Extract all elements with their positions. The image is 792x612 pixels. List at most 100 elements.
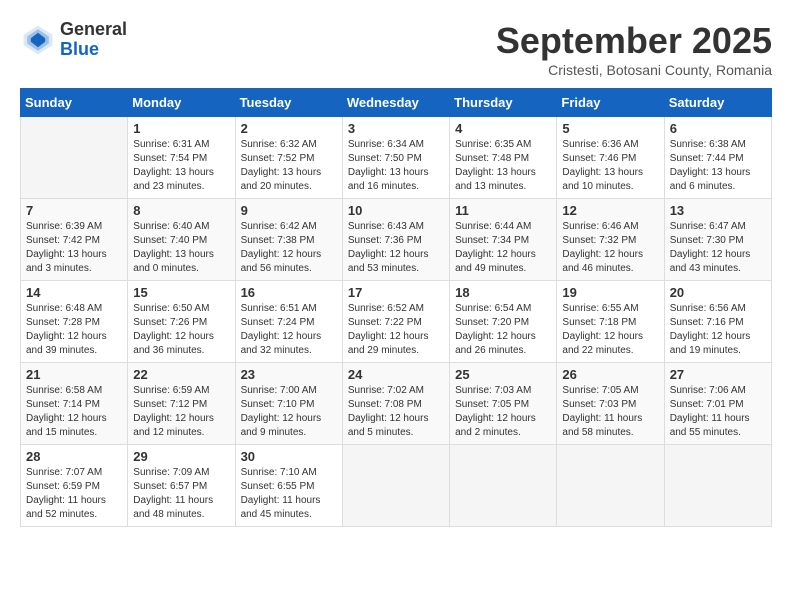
calendar-cell [342,445,449,527]
calendar-cell: 5 Sunrise: 6:36 AMSunset: 7:46 PMDaylight… [557,117,664,199]
calendar-cell: 1 Sunrise: 6:31 AMSunset: 7:54 PMDaylight… [128,117,235,199]
weekday-header: Wednesday [342,89,449,117]
day-number: 25 [455,367,551,382]
day-detail: Sunrise: 6:47 AMSunset: 7:30 PMDaylight:… [670,221,751,274]
logo-general: General [60,20,127,40]
day-number: 15 [133,285,229,300]
calendar-week-row: 14 Sunrise: 6:48 AMSunset: 7:28 PMDayligh… [21,281,772,363]
calendar-cell: 13 Sunrise: 6:47 AMSunset: 7:30 PMDayligh… [664,199,771,281]
calendar-cell: 24 Sunrise: 7:02 AMSunset: 7:08 PMDayligh… [342,363,449,445]
day-detail: Sunrise: 6:59 AMSunset: 7:12 PMDaylight:… [133,385,214,438]
page-header: General Blue September 2025 Cristesti, B… [20,20,772,78]
calendar-cell: 25Sunrise: 7:03 AMSunset: 7:05 PMDayligh… [450,363,557,445]
day-number: 11 [455,203,551,218]
day-number: 19 [562,285,658,300]
day-number: 2 [241,121,337,136]
day-detail: Sunrise: 6:40 AMSunset: 7:40 PMDaylight:… [133,221,214,274]
day-detail: Sunrise: 6:46 AMSunset: 7:32 PMDaylight:… [562,221,643,274]
calendar-cell: 8 Sunrise: 6:40 AMSunset: 7:40 PMDaylight… [128,199,235,281]
calendar-table: SundayMondayTuesdayWednesdayThursdayFrid… [20,88,772,527]
calendar-cell: 16 Sunrise: 6:51 AMSunset: 7:24 PMDayligh… [235,281,342,363]
logo-icon [20,22,56,58]
day-detail: Sunrise: 6:42 AMSunset: 7:38 PMDaylight:… [241,221,322,274]
day-number: 22 [133,367,229,382]
calendar-cell [450,445,557,527]
day-number: 21 [26,367,122,382]
weekday-header: Thursday [450,89,557,117]
day-detail: Sunrise: 6:55 AMSunset: 7:18 PMDaylight:… [562,303,643,356]
day-detail: Sunrise: 6:43 AMSunset: 7:36 PMDaylight:… [348,221,429,274]
day-number: 8 [133,203,229,218]
day-detail: Sunrise: 6:38 AMSunset: 7:44 PMDaylight:… [670,139,751,192]
day-detail: Sunrise: 6:32 AMSunset: 7:52 PMDaylight:… [241,139,322,192]
day-detail: Sunrise: 7:09 AMSunset: 6:57 PMDaylight:… [133,467,213,520]
day-number: 9 [241,203,337,218]
day-detail: Sunrise: 7:05 AMSunset: 7:03 PMDaylight:… [562,385,642,438]
day-number: 26 [562,367,658,382]
day-number: 3 [348,121,444,136]
day-detail: Sunrise: 6:35 AMSunset: 7:48 PMDaylight:… [455,139,536,192]
day-number: 10 [348,203,444,218]
day-detail: Sunrise: 6:54 AMSunset: 7:20 PMDaylight:… [455,303,536,356]
weekday-header: Tuesday [235,89,342,117]
day-number: 20 [670,285,766,300]
day-number: 23 [241,367,337,382]
day-detail: Sunrise: 7:02 AMSunset: 7:08 PMDaylight:… [348,385,429,438]
day-number: 13 [670,203,766,218]
calendar-cell: 20Sunrise: 6:56 AMSunset: 7:16 PMDayligh… [664,281,771,363]
calendar-cell: 15Sunrise: 6:50 AMSunset: 7:26 PMDayligh… [128,281,235,363]
calendar-cell: 29 Sunrise: 7:09 AMSunset: 6:57 PMDayligh… [128,445,235,527]
weekday-header: Sunday [21,89,128,117]
calendar-cell: 19 Sunrise: 6:55 AMSunset: 7:18 PMDayligh… [557,281,664,363]
calendar-cell: 3 Sunrise: 6:34 AMSunset: 7:50 PMDaylight… [342,117,449,199]
day-detail: Sunrise: 7:00 AMSunset: 7:10 PMDaylight:… [241,385,322,438]
calendar-cell [557,445,664,527]
day-detail: Sunrise: 6:48 AMSunset: 7:28 PMDaylight:… [26,303,107,356]
day-number: 28 [26,449,122,464]
day-detail: Sunrise: 6:51 AMSunset: 7:24 PMDaylight:… [241,303,322,356]
calendar-week-row: 28 Sunrise: 7:07 AMSunset: 6:59 PMDayligh… [21,445,772,527]
day-number: 24 [348,367,444,382]
calendar-cell: 27Sunrise: 7:06 AMSunset: 7:01 PMDayligh… [664,363,771,445]
logo-text: General Blue [60,20,127,60]
calendar-cell: 26 Sunrise: 7:05 AMSunset: 7:03 PMDayligh… [557,363,664,445]
calendar-cell: 9 Sunrise: 6:42 AMSunset: 7:38 PMDaylight… [235,199,342,281]
day-number: 4 [455,121,551,136]
day-number: 1 [133,121,229,136]
calendar-cell: 6 Sunrise: 6:38 AMSunset: 7:44 PMDaylight… [664,117,771,199]
calendar-cell: 30 Sunrise: 7:10 AMSunset: 6:55 PMDayligh… [235,445,342,527]
location: Cristesti, Botosani County, Romania [496,62,772,78]
day-number: 27 [670,367,766,382]
logo-blue: Blue [60,40,127,60]
day-number: 6 [670,121,766,136]
calendar-cell: 2 Sunrise: 6:32 AMSunset: 7:52 PMDaylight… [235,117,342,199]
calendar-cell: 18 Sunrise: 6:54 AMSunset: 7:20 PMDayligh… [450,281,557,363]
calendar-cell: 7 Sunrise: 6:39 AMSunset: 7:42 PMDaylight… [21,199,128,281]
day-detail: Sunrise: 6:31 AMSunset: 7:54 PMDaylight:… [133,139,214,192]
day-detail: Sunrise: 7:07 AMSunset: 6:59 PMDaylight:… [26,467,106,520]
weekday-header-row: SundayMondayTuesdayWednesdayThursdayFrid… [21,89,772,117]
day-number: 16 [241,285,337,300]
day-number: 29 [133,449,229,464]
day-detail: Sunrise: 6:58 AMSunset: 7:14 PMDaylight:… [26,385,107,438]
day-number: 17 [348,285,444,300]
calendar-cell: 21 Sunrise: 6:58 AMSunset: 7:14 PMDayligh… [21,363,128,445]
day-detail: Sunrise: 6:39 AMSunset: 7:42 PMDaylight:… [26,221,107,274]
day-detail: Sunrise: 6:36 AMSunset: 7:46 PMDaylight:… [562,139,643,192]
month-title: September 2025 [496,20,772,62]
day-number: 12 [562,203,658,218]
weekday-header: Friday [557,89,664,117]
calendar-cell: 11Sunrise: 6:44 AMSunset: 7:34 PMDayligh… [450,199,557,281]
day-number: 18 [455,285,551,300]
calendar-week-row: 7 Sunrise: 6:39 AMSunset: 7:42 PMDaylight… [21,199,772,281]
day-number: 5 [562,121,658,136]
day-number: 7 [26,203,122,218]
day-number: 14 [26,285,122,300]
weekday-header: Monday [128,89,235,117]
calendar-cell [664,445,771,527]
calendar-week-row: 1 Sunrise: 6:31 AMSunset: 7:54 PMDaylight… [21,117,772,199]
day-number: 30 [241,449,337,464]
day-detail: Sunrise: 6:34 AMSunset: 7:50 PMDaylight:… [348,139,429,192]
calendar-cell: 14 Sunrise: 6:48 AMSunset: 7:28 PMDayligh… [21,281,128,363]
day-detail: Sunrise: 7:10 AMSunset: 6:55 PMDaylight:… [241,467,321,520]
